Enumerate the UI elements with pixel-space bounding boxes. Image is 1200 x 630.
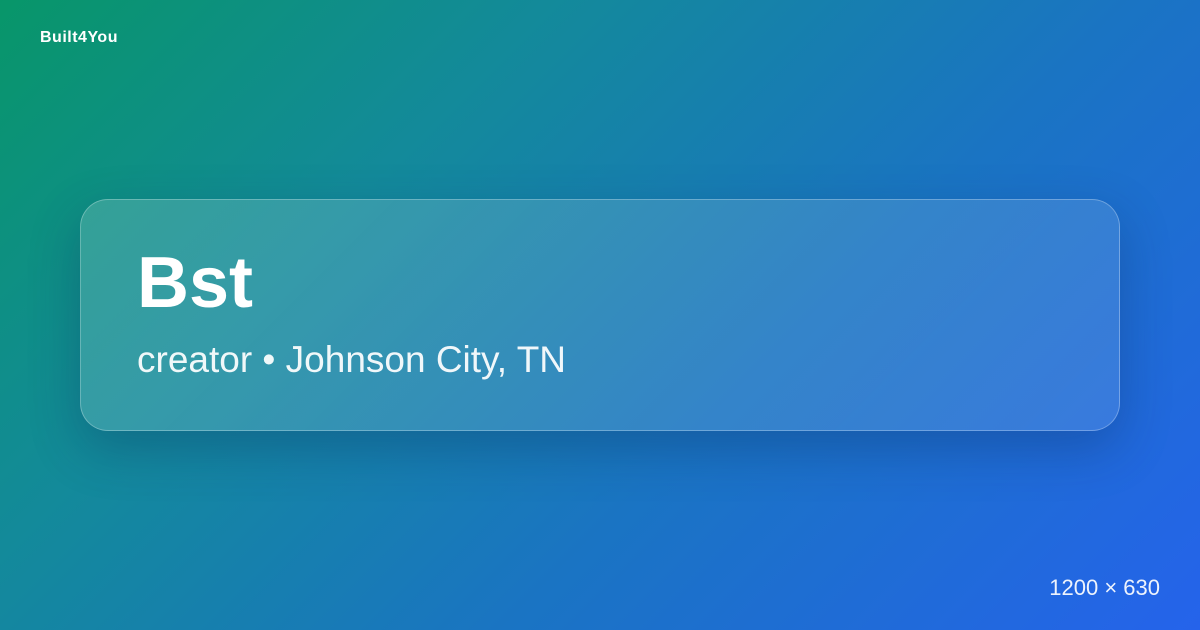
card-subtitle: creator • Johnson City, TN bbox=[137, 339, 567, 380]
brand-logo-text: Built4You bbox=[40, 29, 118, 46]
card-title: Bst bbox=[137, 243, 254, 323]
profile-card: Bst creator • Johnson City, TN bbox=[80, 199, 1120, 431]
image-dimensions-label: 1200 × 630 bbox=[1049, 575, 1160, 600]
